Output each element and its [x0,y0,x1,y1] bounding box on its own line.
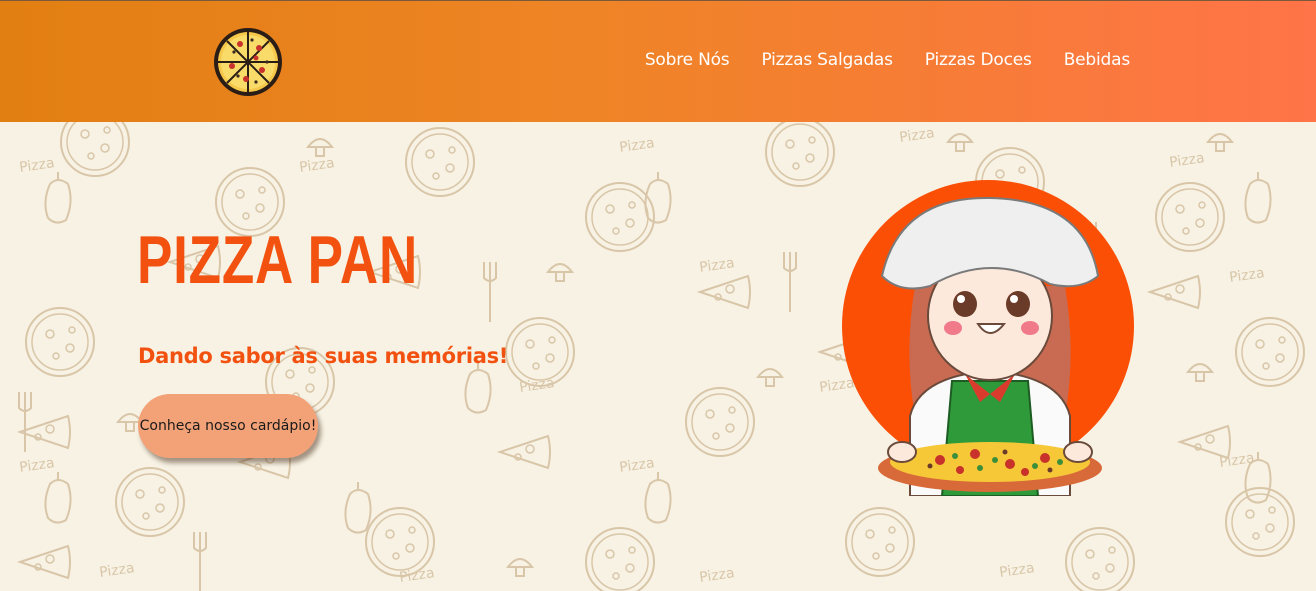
nav-link-pizzas-salgadas[interactable]: Pizzas Salgadas [761,50,893,70]
menu-cta-button[interactable]: Conheça nosso cardápio! [138,394,318,458]
chef-girl-with-pizza-illustration [842,180,1134,496]
nav-link-pizzas-doces[interactable]: Pizzas Doces [925,50,1032,70]
site-header: Sobre Nós Pizzas Salgadas Pizzas Doces B… [0,0,1316,122]
nav-link-bebidas[interactable]: Bebidas [1064,50,1131,70]
pizza-logo-icon[interactable] [212,26,284,98]
main-nav: Sobre Nós Pizzas Salgadas Pizzas Doces B… [645,50,1130,70]
hero-title: PIZZA PAN [137,222,419,298]
hero-tagline: Dando sabor às suas memórias! [138,344,509,368]
nav-link-sobre-nos[interactable]: Sobre Nós [645,50,730,70]
